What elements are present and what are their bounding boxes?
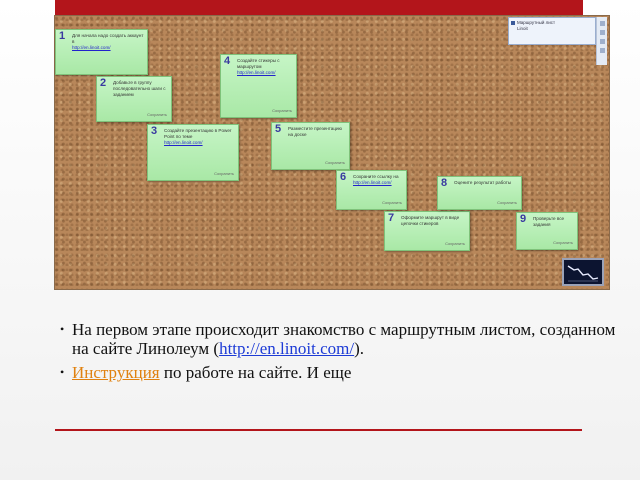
bullet-marker: • [60,365,65,379]
note-link[interactable]: http://en.linoit.com/ [353,180,392,185]
note-number: 2 [100,77,107,89]
note-link[interactable]: http://en.linoit.com/ [164,140,203,145]
top-accent-bar [55,0,583,16]
instruction-link[interactable]: Инструкция [72,363,160,382]
note-footer: Сохранить [445,241,465,246]
note-text: Сохраните ссылку на [353,174,399,179]
bullet-2-text: по работе на сайте. И еще [159,363,352,382]
side-toolbar [596,17,607,65]
note-number: 6 [340,171,347,183]
note-footer: Сохранить [325,160,345,165]
bullet-1-end: ). [354,339,365,358]
note-text: Для начала надо создать аккаунт в [72,33,144,44]
bullet-marker: • [60,322,65,336]
note-footer: Сохранить [382,200,402,205]
sticky-note-6[interactable]: 6 Сохраните ссылку на http://en.linoit.c… [336,170,407,210]
note-footer: Сохранить [553,240,573,245]
sticky-note-5[interactable]: 5 Разместите презентацию на доске Сохран… [271,122,350,170]
bullet-1: • На первом этапе происходит знакомство … [60,320,620,358]
sticky-note-9[interactable]: 9 Проверьте все задания Сохранить [516,212,578,250]
info-window: Маршрутный лист Linoit [508,17,596,45]
window-subtitle: Linoit [517,26,528,31]
note-text: Разместите презентацию на доске [288,126,342,137]
note-text: Добавьте в группу последовательно шаги с… [113,80,166,97]
note-text: Оцените результат работы [454,180,512,185]
note-text: Создайте стикеры с маршрутом [237,58,280,69]
note-footer: Сохранить [214,171,234,176]
note-text: Оформите маршрут в виде цепочки стикеров [401,215,460,226]
linoit-link[interactable]: http://en.linoit.com/ [219,339,354,358]
slide-text-body: • На первом этапе происходит знакомство … [60,320,620,387]
note-number: 3 [151,125,158,137]
sticky-note-8[interactable]: 8 Оцените результат работы Сохранить [437,176,522,210]
note-text: Создайте презентацию в Power Point по те… [164,128,232,139]
note-footer: Сохранить [147,112,167,117]
note-link[interactable]: http://en.linoit.com/ [237,70,276,75]
bottom-accent-line [55,429,582,431]
note-number: 5 [275,123,282,135]
sticky-note-3[interactable]: 3 Создайте презентацию в Power Point по … [147,124,239,181]
note-link[interactable]: http://en.linoit.com/ [72,45,111,50]
note-number: 8 [441,177,448,189]
sticky-note-4[interactable]: 4 Создайте стикеры с маршрутом http://en… [220,54,297,118]
sticky-note-2[interactable]: 2 Добавьте в группу последовательно шаги… [96,76,172,122]
note-number: 4 [224,55,231,67]
note-number: 7 [388,212,395,224]
sticky-note-1[interactable]: 1 Для начала надо создать аккаунт в http… [55,29,148,75]
note-text: Проверьте все задания [533,216,565,227]
note-number: 1 [59,30,66,42]
window-icon [511,21,515,25]
sticky-note-7[interactable]: 7 Оформите маршрут в виде цепочки стикер… [384,211,470,251]
graph-thumbnail-icon [562,258,604,286]
note-number: 9 [520,213,527,225]
note-footer: Сохранить [497,200,517,205]
note-footer: Сохранить [272,108,292,113]
bullet-2: • Инструкция по работе на сайте. И еще [60,363,620,382]
